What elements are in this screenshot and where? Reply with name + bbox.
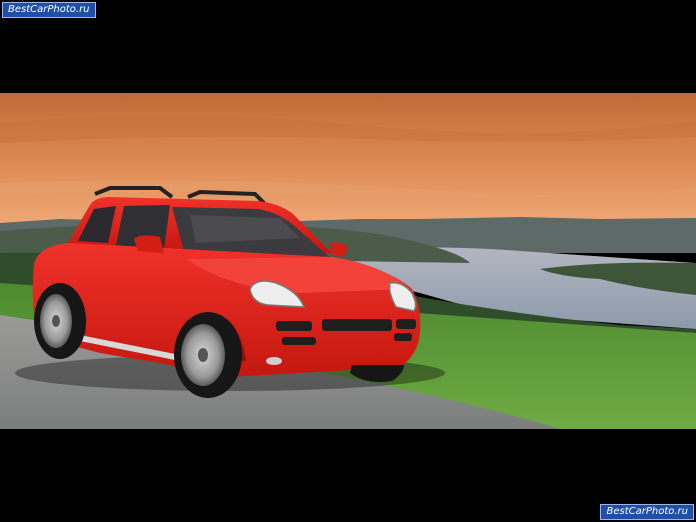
front-grille <box>322 319 392 331</box>
rear-wheel <box>34 283 86 359</box>
watermark-top: BestCarPhoto.ru <box>2 2 96 18</box>
watermark-bottom: BestCarPhoto.ru <box>600 504 694 520</box>
front-wheel <box>174 312 242 398</box>
car-photo <box>0 93 696 429</box>
